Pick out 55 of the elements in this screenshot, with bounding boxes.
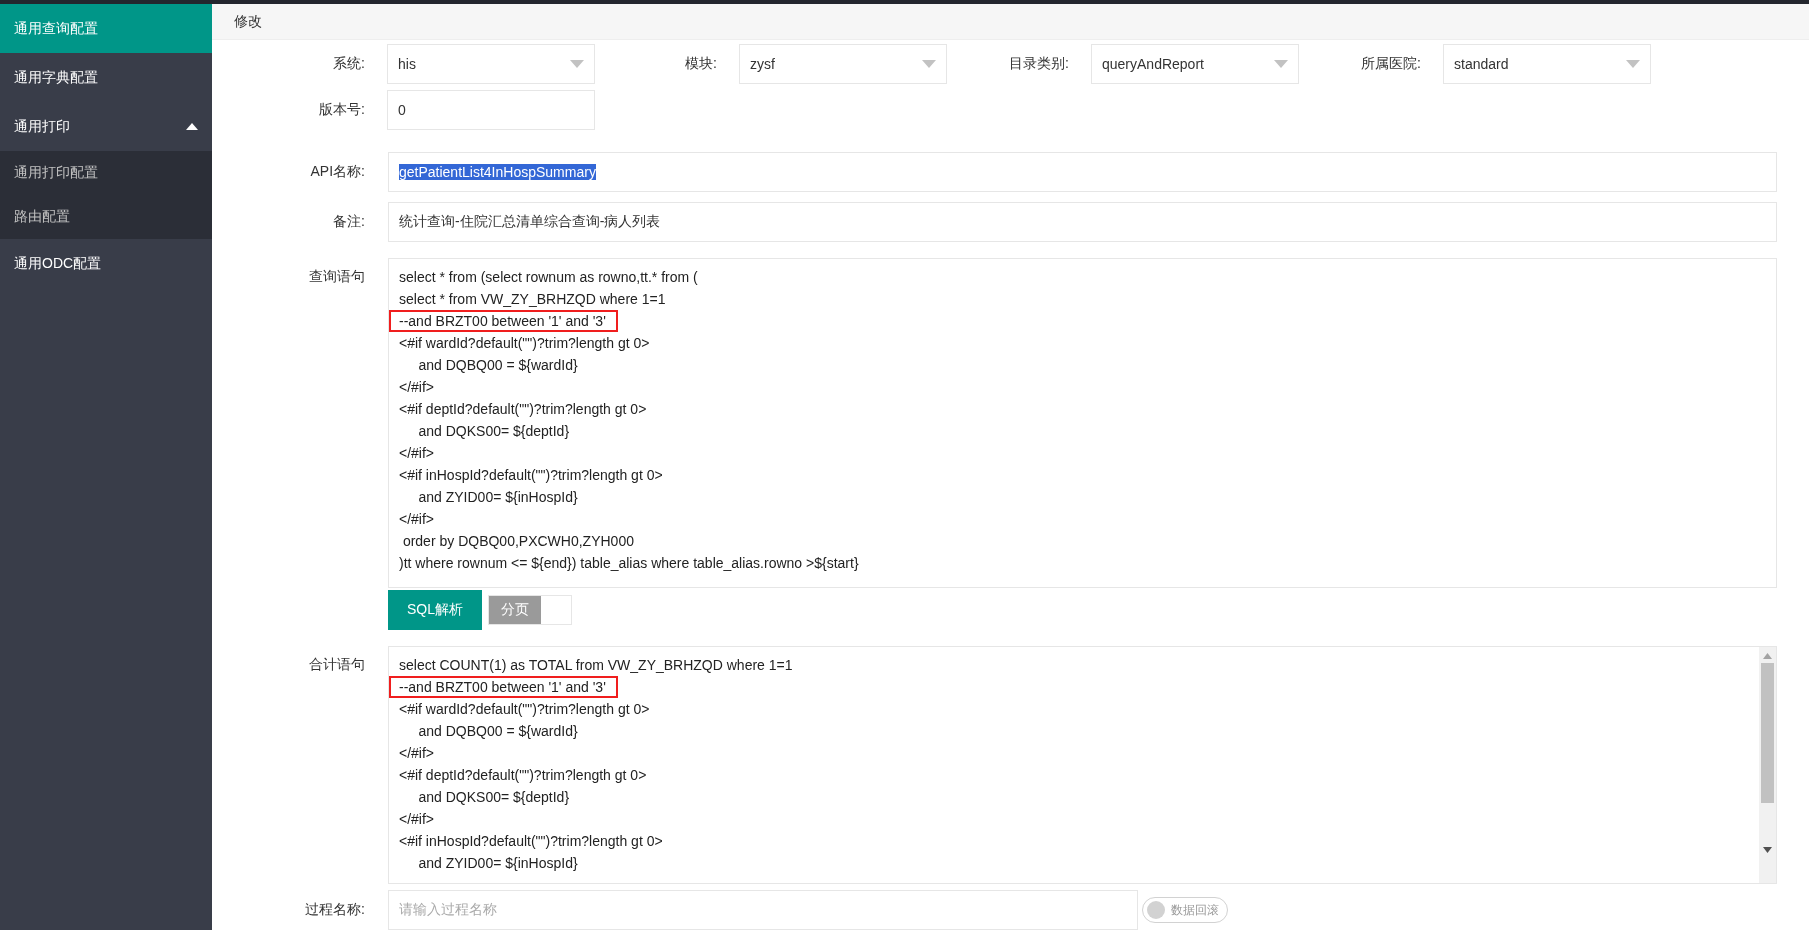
- field-label: 所属医院:: [1360, 55, 1421, 73]
- code-line: select * from VW_ZY_BRHZQD where 1=1: [399, 290, 666, 308]
- input-field[interactable]: getPatientList4InHospSummary: [388, 152, 1777, 192]
- field-label: 模块:: [684, 55, 717, 73]
- input-field[interactable]: 统计查询-住院汇总清单综合查询-病人列表: [388, 202, 1777, 242]
- code-line: and DQBQ00 = ${wardId}: [417, 356, 578, 374]
- scrollbar[interactable]: [1759, 647, 1776, 883]
- select-field[interactable]: queryAndReport: [1091, 44, 1299, 84]
- code-line: </#if>: [399, 510, 435, 528]
- code-textarea[interactable]: [388, 258, 1777, 588]
- caret-icon: [922, 60, 936, 68]
- sidebar-item[interactable]: 通用打印: [0, 102, 212, 151]
- code-line: <#if inHospId?default("")?trim?length gt 0>: [399, 466, 663, 484]
- input-field[interactable]: 0: [387, 90, 595, 130]
- select-field[interactable]: his: [387, 44, 595, 84]
- caret-icon: [1626, 60, 1640, 68]
- page-title: 修改: [234, 12, 262, 31]
- code-line: and DQBQ00 = ${wardId}: [417, 722, 578, 740]
- code-line: select * from (select rownum as rowno,tt.* from (: [399, 268, 698, 286]
- code-line: select COUNT(1) as TOTAL from VW_ZY_BRHZQD where 1=1: [399, 656, 793, 674]
- scroll-up-icon[interactable]: [1763, 653, 1772, 659]
- sql-parse-button[interactable]: SQL解析: [388, 590, 482, 630]
- code-line: and DQKS00= ${deptId}: [417, 422, 570, 440]
- code-line: <#if wardId?default("")?trim?length gt 0>: [399, 334, 650, 352]
- select-field[interactable]: standard: [1443, 44, 1651, 84]
- code-line: </#if>: [399, 810, 435, 828]
- code-line: and DQKS00= ${deptId}: [417, 788, 570, 806]
- code-line: <#if deptId?default("")?trim?length gt 0>: [399, 766, 647, 784]
- field-label: API名称:: [309, 163, 365, 181]
- select-field[interactable]: zysf: [739, 44, 947, 84]
- field-label: 目录类别:: [1008, 55, 1069, 73]
- field-label: 过程名称:: [304, 901, 365, 919]
- code-line: order by DQBQ00,PXCWH0,ZYH000: [401, 532, 634, 550]
- field-label: 合计语句: [308, 655, 365, 674]
- sidebar-item[interactable]: 通用字典配置: [0, 53, 212, 102]
- field-label: 备注:: [332, 213, 365, 231]
- code-textarea[interactable]: [388, 646, 1777, 884]
- caret-icon: [570, 60, 584, 68]
- field-label: 版本号:: [318, 101, 365, 119]
- code-line: and ZYID00= ${inHospId}: [417, 854, 578, 872]
- scroll-down-icon[interactable]: [1763, 847, 1772, 853]
- sidebar-item[interactable]: 通用查询配置: [0, 4, 212, 53]
- code-line: <#if deptId?default("")?trim?length gt 0>: [399, 400, 647, 418]
- field-label: 系统:: [332, 55, 365, 73]
- code-line: and ZYID00= ${inHospId}: [417, 488, 578, 506]
- sidebar-item[interactable]: 通用ODC配置: [0, 239, 212, 288]
- code-line: </#if>: [399, 744, 435, 762]
- field-label: 查询语句: [308, 267, 365, 286]
- code-line: <#if wardId?default("")?trim?length gt 0>: [399, 700, 650, 718]
- code-line: )tt where rownum <= ${end}) table_alias where table_alias.rowno >${start}: [399, 554, 859, 572]
- caret-icon: [1274, 60, 1288, 68]
- caret-icon: [186, 123, 198, 130]
- code-line: <#if inHospId?default("")?trim?length gt 0>: [399, 832, 663, 850]
- code-line: </#if>: [399, 378, 435, 396]
- code-line: </#if>: [399, 444, 435, 462]
